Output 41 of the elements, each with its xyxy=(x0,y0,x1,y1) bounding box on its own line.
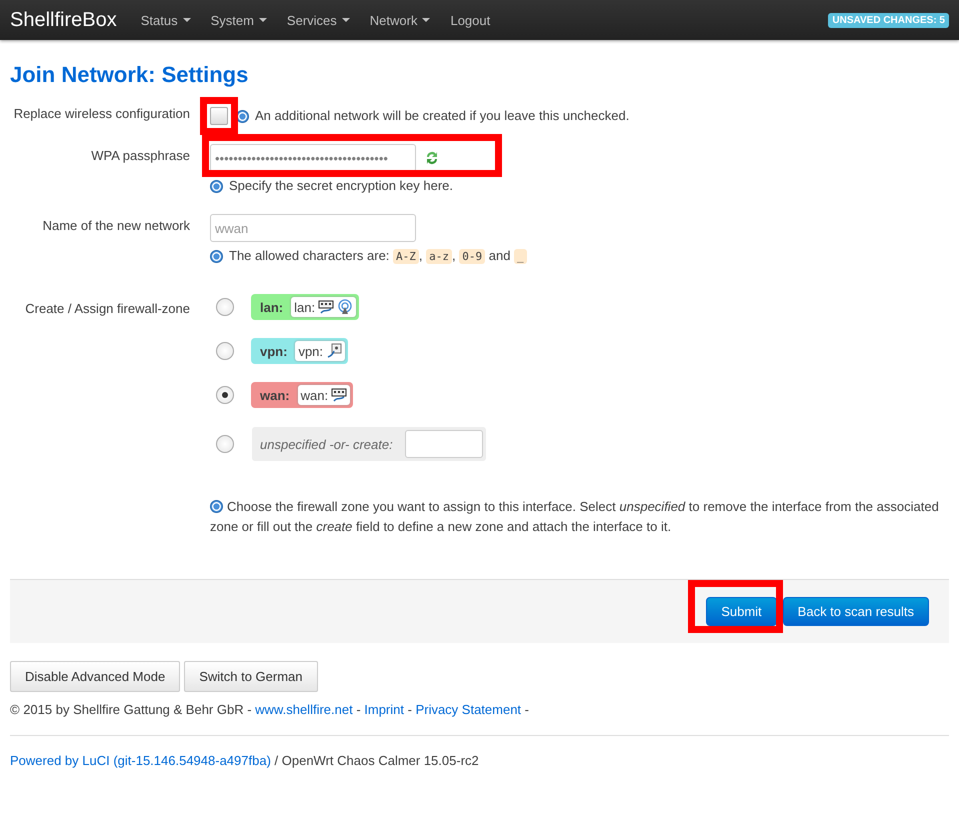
radio-button[interactable] xyxy=(216,435,234,453)
field-label: WPA passphrase xyxy=(90,147,190,165)
menu-item[interactable]: Services xyxy=(276,12,360,28)
mode-button[interactable]: Disable Advanced Mode xyxy=(10,661,180,692)
page-title: Join Network: Settings xyxy=(10,62,250,88)
zone-name: lan: xyxy=(260,300,284,314)
menu-item[interactable]: Status xyxy=(130,12,201,28)
copyright-text: © 2015 by Shellfire Gattung & Behr GbR - www.shellfire.net - Imprint - Privacy Statement - xyxy=(10,702,530,717)
action-button[interactable]: Back to scan results xyxy=(782,597,929,626)
field-label: Name of the new network xyxy=(42,217,190,235)
luci-link[interactable]: Powered by LuCI (git-15.146.54948-a497fba) xyxy=(10,753,271,768)
footer-link[interactable]: www.shellfire.net xyxy=(255,702,353,717)
help-text: An additional network will be created if you leave this unchecked. xyxy=(255,107,630,125)
radio-button[interactable] xyxy=(216,386,234,404)
interface-label: lan: xyxy=(294,300,316,314)
brand-name[interactable]: ShellfireBox xyxy=(10,8,117,32)
menu-item[interactable]: System xyxy=(200,12,277,28)
zone-name: wan: xyxy=(260,388,290,402)
field-label: Replace wireless configuration xyxy=(12,105,190,123)
help-text: Choose the firewall zone you want to assign to this interface. Select unspecified to remove the interface from the associated zone or fill out the create field to define a new zone and attach the interface to it. xyxy=(210,498,940,536)
version-text: Powered by LuCI (git-15.146.54948-a497fba) / OpenWrt Chaos Calmer 15.05-rc2 xyxy=(10,753,480,768)
footer-link[interactable]: Imprint xyxy=(364,702,404,717)
refresh-icon xyxy=(424,150,440,166)
create-zone-label: unspecified -or- create: xyxy=(260,436,393,452)
radio-button[interactable] xyxy=(216,298,234,316)
action-button[interactable]: Submit xyxy=(706,597,777,626)
mode-button[interactable]: Switch to German xyxy=(184,661,318,692)
menu-item[interactable]: Network xyxy=(360,12,440,28)
interface-label: wan: xyxy=(300,388,328,402)
network-name-field[interactable]: wwan xyxy=(210,214,416,242)
help-text: Specify the secret encryption key here. xyxy=(229,177,454,195)
zone-name: vpn: xyxy=(260,344,288,358)
password-field[interactable]: •••••••••••••••••••••••••••••••••••••• xyxy=(210,144,416,172)
zone-name-field[interactable] xyxy=(404,430,483,458)
footer-link[interactable]: Privacy Statement xyxy=(416,702,522,717)
radio-button[interactable] xyxy=(216,342,234,360)
menu-item[interactable]: Logout xyxy=(440,12,500,28)
interface-label: vpn: xyxy=(298,344,324,358)
checkbox[interactable] xyxy=(210,107,228,125)
field-label: Create / Assign firewall-zone xyxy=(24,300,190,318)
help-text: The allowed characters are: A-Z , a-z , 0-9 and _ xyxy=(229,246,527,267)
